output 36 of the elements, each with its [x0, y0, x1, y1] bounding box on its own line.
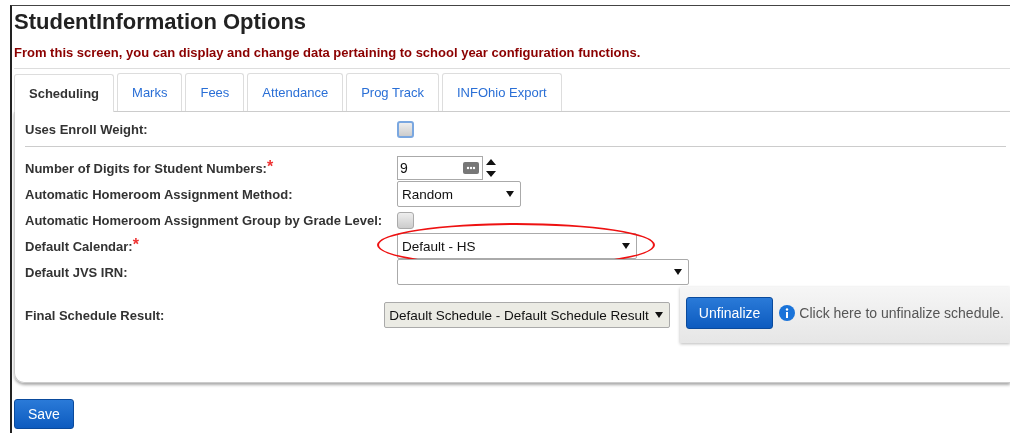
field-label: Final Schedule Result:	[25, 307, 165, 323]
caret-icon	[506, 191, 514, 197]
caret-icon	[674, 269, 682, 275]
required-asterisk: *	[266, 160, 274, 173]
tab[interactable]: INFOhio Export	[442, 73, 562, 111]
field-label: Uses Enroll Weight:	[25, 121, 148, 137]
checkbox[interactable]	[397, 120, 414, 138]
field-label: Automatic Homeroom Assignment Method:	[25, 186, 293, 202]
tab[interactable]: Scheduling	[14, 74, 115, 112]
caret-icon	[654, 312, 663, 318]
keypad-icon	[463, 162, 479, 174]
dropdown-value: Default - HS	[402, 238, 476, 254]
info-icon	[779, 305, 796, 321]
required-asterisk: *	[132, 238, 139, 251]
spinner-arrows-icon[interactable]	[485, 157, 497, 179]
checkbox[interactable]	[397, 211, 414, 229]
field-label: Number of Digits for Student Numbers:	[25, 160, 267, 176]
tab[interactable]: Attendance	[247, 73, 344, 111]
field-label: Default JVS IRN:	[25, 264, 128, 280]
number-field[interactable]: 9	[397, 156, 483, 180]
dropdown[interactable]: Random	[397, 181, 521, 207]
dropdown-value: Random	[402, 186, 454, 202]
tab[interactable]: Marks	[117, 73, 183, 111]
tab[interactable]: Prog Track	[346, 73, 439, 111]
dropdown-value: Default Schedule - Default Schedule Result	[389, 307, 649, 323]
save-button[interactable]: Save	[14, 399, 74, 429]
dropdown[interactable]: Default - HS	[397, 233, 637, 259]
field-label: Default Calendar:	[25, 238, 133, 254]
hint-text: Click here to unfinalize schedule.	[799, 305, 1004, 321]
dropdown[interactable]	[397, 259, 689, 285]
field-value: 9	[400, 160, 408, 176]
tab[interactable]: Fees	[185, 73, 245, 111]
caret-icon	[622, 243, 630, 249]
page-description: From this screen, you can display and change data pertaining to school year configuration functions.	[14, 45, 641, 60]
field-label: Automatic Homeroom Assignment Group by Grade Level:	[25, 212, 383, 228]
page-title: StudentInformation Options	[14, 9, 307, 35]
